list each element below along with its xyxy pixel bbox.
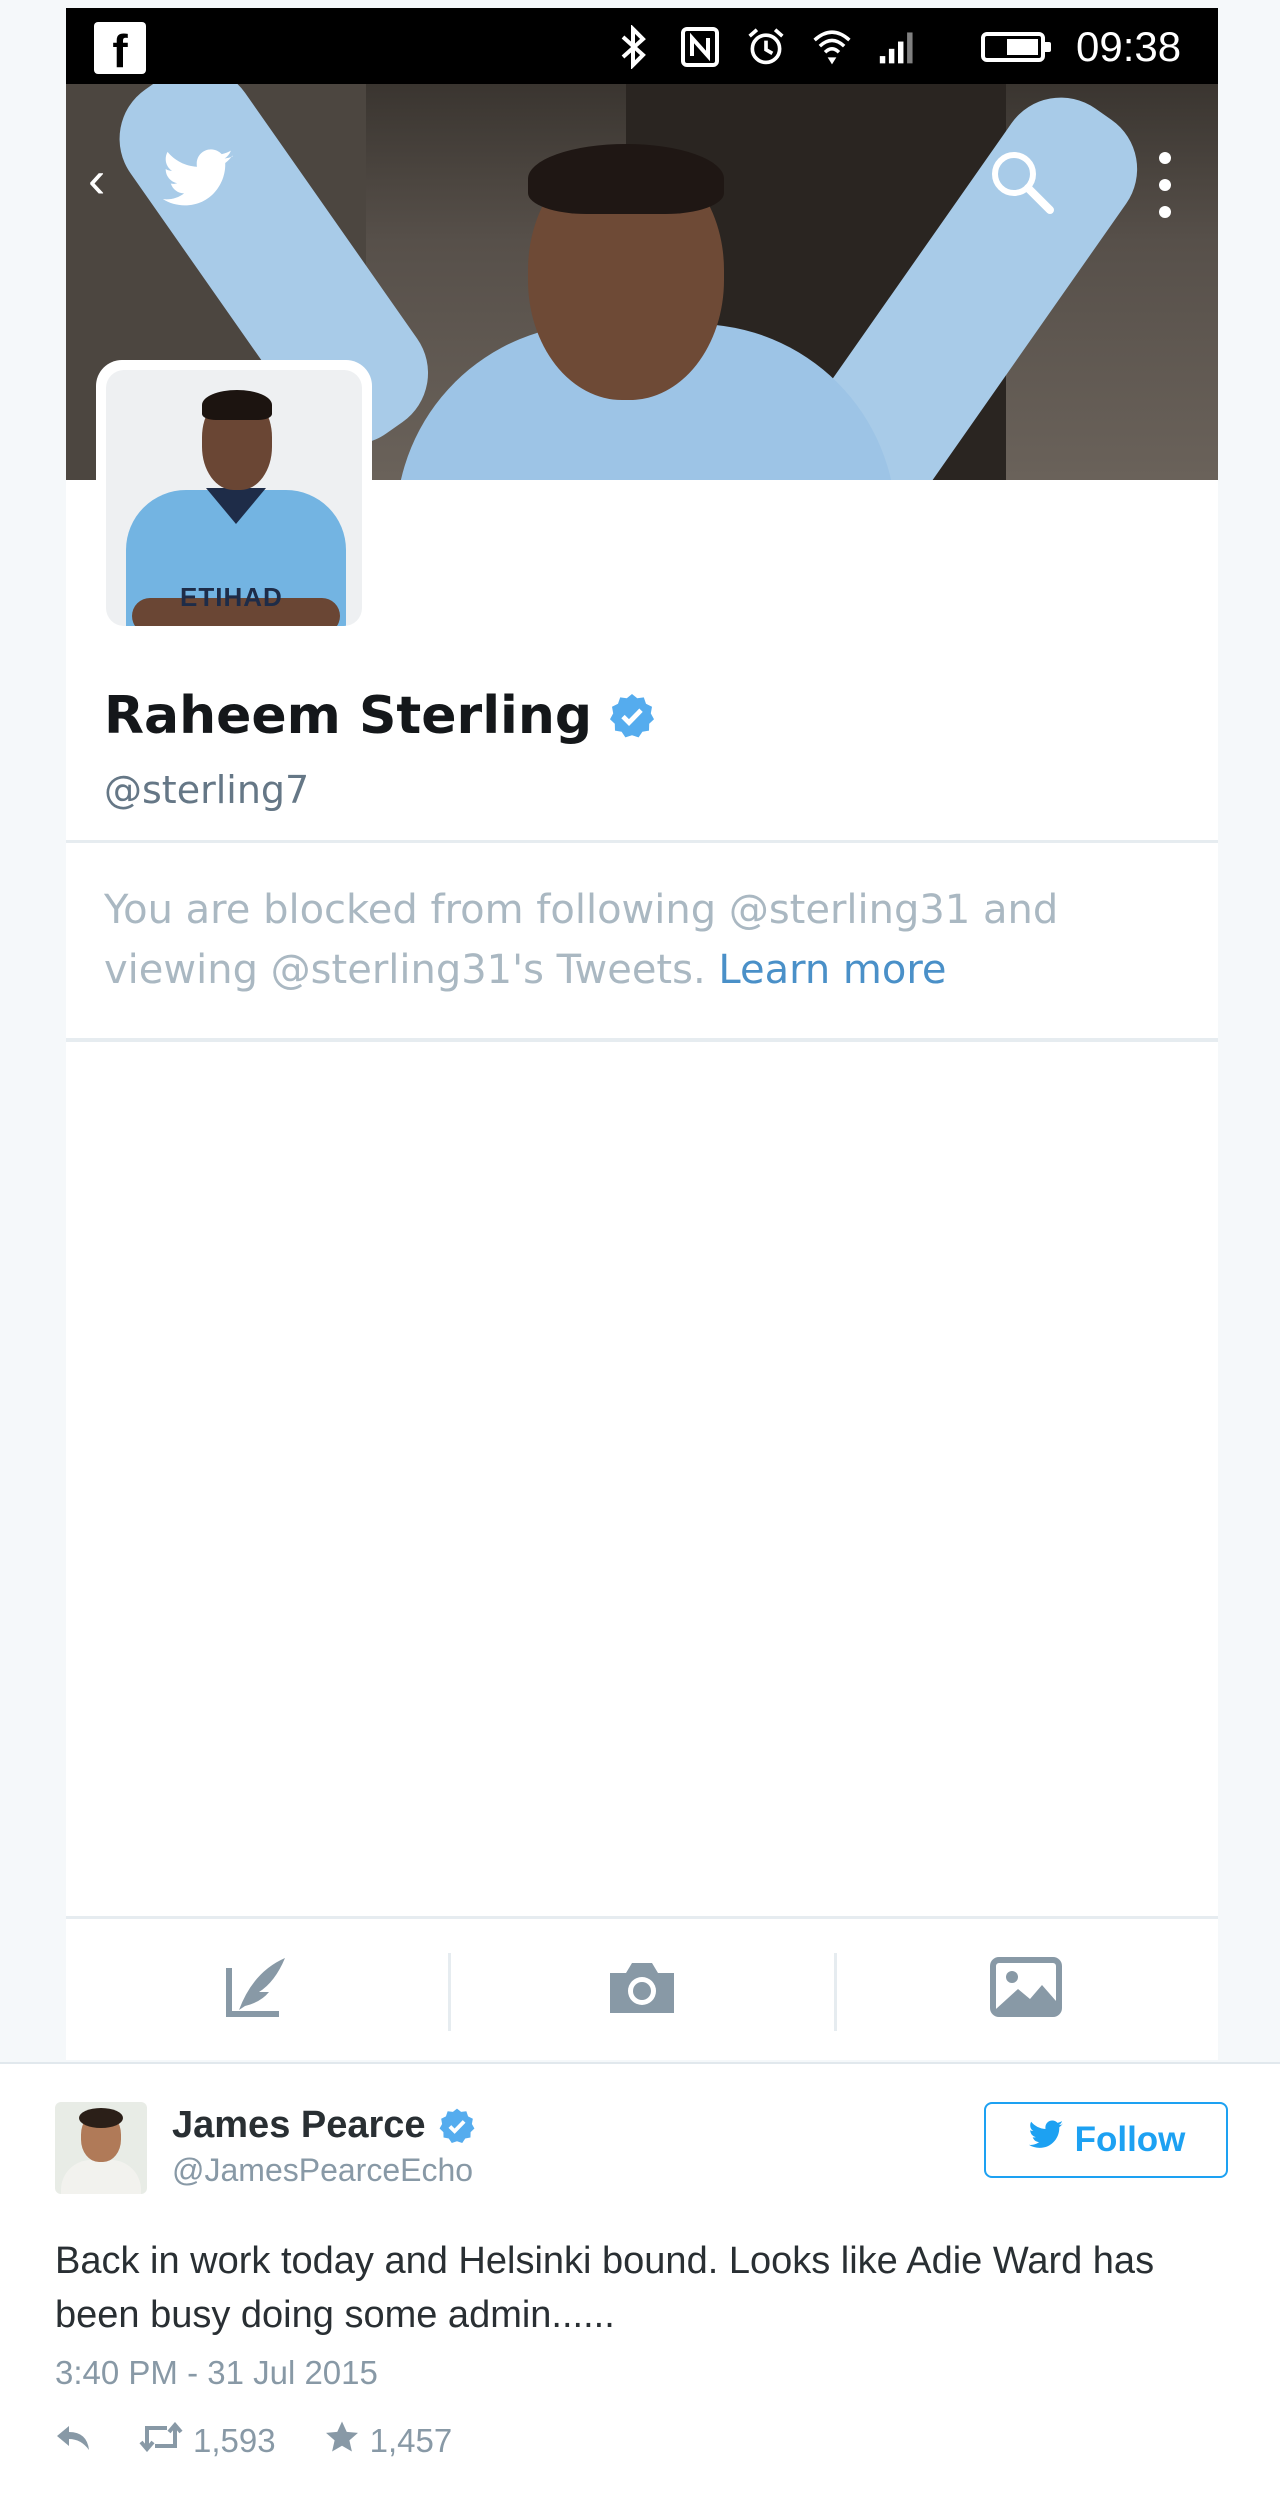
compose-tweet-button[interactable] [66,1919,450,2059]
embedded-screenshot: f 09:38 ‹ ETIHAD Raheem Sterling @sterli… [66,8,1218,2060]
profile-name: Raheem Sterling [104,686,593,746]
profile-handle: @sterling7 [104,768,310,812]
more-options-icon[interactable] [1158,150,1172,220]
retweet-icon [139,2421,183,2460]
back-icon[interactable]: ‹ [88,154,105,206]
camera-button[interactable] [450,1919,834,2059]
profile-avatar[interactable]: ETIHAD [96,360,372,636]
follow-label: Follow [1074,2120,1186,2159]
tweet-author-name[interactable]: James Pearce [172,2104,426,2147]
search-icon[interactable] [986,146,1058,218]
twitter-bird-icon [1027,2119,1065,2162]
tweet-author-avatar[interactable] [55,2102,147,2194]
image-icon [990,1956,1062,2022]
nfc-icon [680,25,720,69]
status-time: 09:38 [1076,23,1182,70]
favorite-button[interactable]: 1,457 [324,2420,453,2462]
tweet-author-handle[interactable]: @JamesPearceEcho [172,2152,473,2189]
star-icon [324,2420,360,2462]
signal-icon [878,25,918,69]
embedded-tweet: James Pearce @JamesPearceEcho Follow Bac… [0,2062,1280,2500]
blocked-notice: You are blocked from following @sterling… [104,880,1184,1000]
retweet-button[interactable]: 1,593 [139,2421,276,2460]
divider [66,840,1218,843]
alarm-icon [746,25,786,69]
camera-icon [606,1957,678,2022]
follow-button[interactable]: Follow [984,2102,1228,2178]
reply-icon [55,2422,91,2460]
battery-icon [981,32,1051,62]
gallery-button[interactable] [834,1919,1218,2059]
tweet-text: Back in work today and Helsinki bound. L… [55,2240,1155,2336]
status-icons [614,22,918,72]
divider [66,1038,1218,1042]
facebook-icon: f [94,22,146,77]
compose-icon [223,1952,293,2027]
reply-button[interactable] [55,2422,91,2460]
compose-bar [66,1919,1218,2059]
tweet-timestamp[interactable]: 3:40 PM - 31 Jul 2015 [55,2354,378,2392]
bluetooth-icon [614,25,654,69]
learn-more-link[interactable]: Learn more [718,947,946,993]
tweet-actions: 1,593 1,457 [55,2420,500,2462]
twitter-bird-icon [160,146,236,216]
tweet-author-row: James Pearce [172,2104,476,2147]
retweet-count: 1,593 [193,2422,276,2459]
profile-name-row: Raheem Sterling [104,686,656,746]
verified-badge-icon [438,2107,476,2145]
favorite-count: 1,457 [369,2422,453,2459]
status-bar: f 09:38 [66,8,1218,84]
verified-badge-icon [608,692,656,740]
wifi-icon [812,25,852,69]
